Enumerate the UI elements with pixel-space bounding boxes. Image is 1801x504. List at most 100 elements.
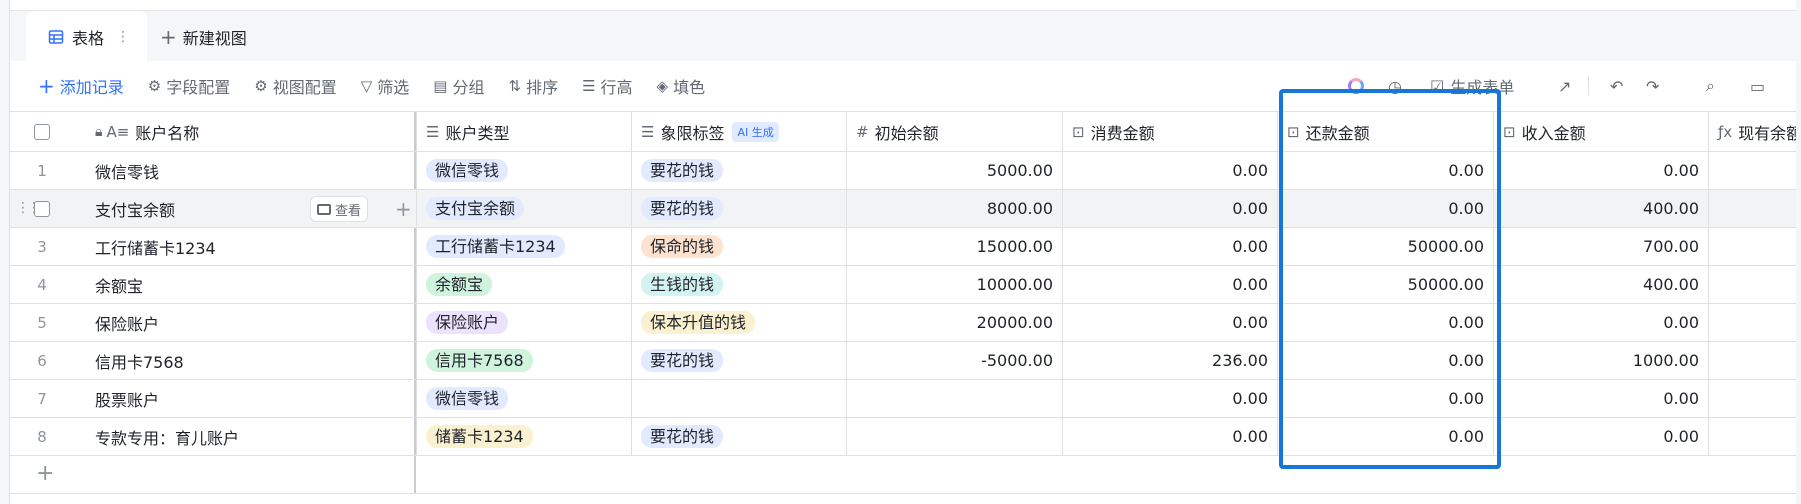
- cell-initial-balance[interactable]: 5000.00: [846, 152, 1062, 189]
- cell-current-balance[interactable]: [1708, 228, 1796, 265]
- cell-current-balance[interactable]: [1708, 380, 1796, 417]
- cell-account-type[interactable]: 储蓄卡1234: [416, 418, 631, 455]
- cell-current-balance[interactable]: [1708, 418, 1796, 455]
- cell-account-name[interactable]: 保险账户: [86, 304, 414, 341]
- search-records-button[interactable]: ⌕: [1706, 61, 1715, 111]
- cell-income-amount[interactable]: 0.00: [1493, 418, 1708, 455]
- column-header-quadrant[interactable]: ☰ 象限标签 AI 生成: [631, 112, 846, 151]
- cell-income-amount[interactable]: 0.00: [1493, 304, 1708, 341]
- new-view-button[interactable]: + 新建视图: [160, 11, 247, 62]
- insert-row-icon[interactable]: +: [395, 196, 412, 222]
- cell-quadrant[interactable]: 要花的钱: [631, 342, 846, 379]
- cell-initial-balance[interactable]: 15000.00: [846, 228, 1062, 265]
- cell-repay-amount[interactable]: 0.00: [1277, 304, 1493, 341]
- add-record-button[interactable]: + 添加记录: [38, 74, 124, 98]
- select-all-cell[interactable]: [24, 112, 60, 151]
- cell-account-type[interactable]: 工行储蓄卡1234: [416, 228, 631, 265]
- table-row[interactable]: 1 微信零钱 微信零钱 要花的钱 5000.00 0.00 0.00 0.00: [10, 152, 1796, 190]
- cell-income-amount[interactable]: 400.00: [1493, 266, 1708, 303]
- cell-repay-amount[interactable]: 0.00: [1277, 152, 1493, 189]
- cell-spend-amount[interactable]: 0.00: [1062, 304, 1277, 341]
- cell-income-amount[interactable]: 0.00: [1493, 152, 1708, 189]
- cell-repay-amount[interactable]: 0.00: [1277, 380, 1493, 417]
- table-row[interactable]: 5 保险账户 保险账户 保本升值的钱 20000.00 0.00 0.00 0.00: [10, 304, 1796, 342]
- cell-repay-amount[interactable]: 0.00: [1277, 418, 1493, 455]
- cell-quadrant[interactable]: 要花的钱: [631, 418, 846, 455]
- cell-quadrant[interactable]: 生钱的钱: [631, 266, 846, 303]
- cell-account-name[interactable]: 微信零钱: [86, 152, 414, 189]
- column-header-current[interactable]: ƒx 现有余额: [1708, 112, 1796, 151]
- cell-initial-balance[interactable]: [846, 380, 1062, 417]
- column-header-repay[interactable]: ⊡ 还款金额: [1277, 112, 1493, 151]
- history-button[interactable]: ◷: [1388, 61, 1402, 111]
- table-row[interactable]: 7 股票账户 微信零钱 0.00 0.00 0.00: [10, 380, 1796, 418]
- cell-spend-amount[interactable]: 0.00: [1062, 152, 1277, 189]
- generate-form-button[interactable]: ☑ 生成表单: [1430, 61, 1514, 111]
- cell-current-balance[interactable]: [1708, 190, 1796, 227]
- view-record-button[interactable]: 查看: [310, 196, 369, 222]
- add-row-button[interactable]: +: [10, 456, 1796, 494]
- redo-button[interactable]: ↷: [1646, 61, 1659, 111]
- cell-spend-amount[interactable]: 236.00: [1062, 342, 1277, 379]
- tab-table-view[interactable]: 表格 ⋮: [26, 11, 147, 62]
- column-header-type[interactable]: ☰ 账户类型: [416, 112, 631, 151]
- share-button[interactable]: ↗: [1558, 61, 1571, 111]
- sort-button[interactable]: ⇅ 排序: [508, 74, 558, 98]
- cell-quadrant[interactable]: [631, 380, 846, 417]
- cell-quadrant[interactable]: 要花的钱: [631, 152, 846, 189]
- cell-account-name[interactable]: 信用卡7568: [86, 342, 414, 379]
- filter-button[interactable]: ▽ 筛选: [361, 74, 410, 98]
- cell-account-type[interactable]: 微信零钱: [416, 380, 631, 417]
- table-row[interactable]: 8 专款专用：育儿账户 储蓄卡1234 要花的钱 0.00 0.00 0.00: [10, 418, 1796, 456]
- comments-button[interactable]: ▭: [1750, 61, 1765, 111]
- cell-income-amount[interactable]: 0.00: [1493, 380, 1708, 417]
- cell-spend-amount[interactable]: 0.00: [1062, 228, 1277, 265]
- cell-account-name[interactable]: 工行储蓄卡1234: [86, 228, 414, 265]
- cell-account-type[interactable]: 信用卡7568: [416, 342, 631, 379]
- cell-spend-amount[interactable]: 0.00: [1062, 266, 1277, 303]
- cell-account-type[interactable]: 支付宝余额: [416, 190, 631, 227]
- cell-account-name[interactable]: 余额宝: [86, 266, 414, 303]
- column-header-income[interactable]: ⊡ 收入金额: [1493, 112, 1708, 151]
- row-height-button[interactable]: ☰ 行高: [582, 74, 632, 98]
- cell-income-amount[interactable]: 1000.00: [1493, 342, 1708, 379]
- cell-initial-balance[interactable]: 8000.00: [846, 190, 1062, 227]
- table-row[interactable]: 4 余额宝 余额宝 生钱的钱 10000.00 0.00 50000.00 400.00: [10, 266, 1796, 304]
- cell-repay-amount[interactable]: 50000.00: [1277, 266, 1493, 303]
- table-row[interactable]: 6 信用卡7568 信用卡7568 要花的钱 -5000.00 236.00 0.00 100…: [10, 342, 1796, 380]
- cell-account-name[interactable]: 专款专用：育儿账户: [86, 418, 414, 455]
- cell-spend-amount[interactable]: 0.00: [1062, 190, 1277, 227]
- cell-current-balance[interactable]: [1708, 342, 1796, 379]
- cell-spend-amount[interactable]: 0.00: [1062, 380, 1277, 417]
- more-icon[interactable]: ⋮: [116, 29, 130, 45]
- ai-assistant-button[interactable]: [1348, 61, 1364, 111]
- cell-current-balance[interactable]: [1708, 152, 1796, 189]
- cell-repay-amount[interactable]: 50000.00: [1277, 228, 1493, 265]
- group-button[interactable]: ▤ 分组: [433, 74, 484, 98]
- cell-quadrant[interactable]: 保本升值的钱: [631, 304, 846, 341]
- cell-account-name[interactable]: 股票账户: [86, 380, 414, 417]
- cell-account-type[interactable]: 余额宝: [416, 266, 631, 303]
- table-row[interactable]: ⋮⋮ 支付宝余额 查看 + 支付宝余额 要花的钱 8000.00 0.00 0.00 400.00: [10, 190, 1796, 228]
- cell-account-type[interactable]: 微信零钱: [416, 152, 631, 189]
- row-select-cell[interactable]: [24, 190, 60, 227]
- cell-quadrant[interactable]: 保命的钱: [631, 228, 846, 265]
- column-header-spend[interactable]: ⊡ 消费金额: [1062, 112, 1277, 151]
- column-header-initial[interactable]: # 初始余额: [846, 112, 1062, 151]
- cell-income-amount[interactable]: 700.00: [1493, 228, 1708, 265]
- cell-spend-amount[interactable]: 0.00: [1062, 418, 1277, 455]
- cell-current-balance[interactable]: [1708, 266, 1796, 303]
- fill-color-button[interactable]: ◈ 填色: [657, 74, 706, 98]
- undo-button[interactable]: ↶: [1610, 61, 1623, 111]
- cell-initial-balance[interactable]: 20000.00: [846, 304, 1062, 341]
- cell-repay-amount[interactable]: 0.00: [1277, 342, 1493, 379]
- cell-initial-balance[interactable]: 10000.00: [846, 266, 1062, 303]
- field-config-button[interactable]: ⚙ 字段配置: [148, 74, 230, 98]
- row-checkbox[interactable]: [34, 200, 50, 217]
- select-all-checkbox[interactable]: [34, 123, 50, 140]
- view-config-button[interactable]: ⚙ 视图配置: [254, 74, 336, 98]
- cell-quadrant[interactable]: 要花的钱: [631, 190, 846, 227]
- cell-account-type[interactable]: 保险账户: [416, 304, 631, 341]
- column-header-name[interactable]: 🔒︎ A≡ 账户名称: [86, 112, 414, 151]
- table-row[interactable]: 3 工行储蓄卡1234 工行储蓄卡1234 保命的钱 15000.00 0.00 50000…: [10, 228, 1796, 266]
